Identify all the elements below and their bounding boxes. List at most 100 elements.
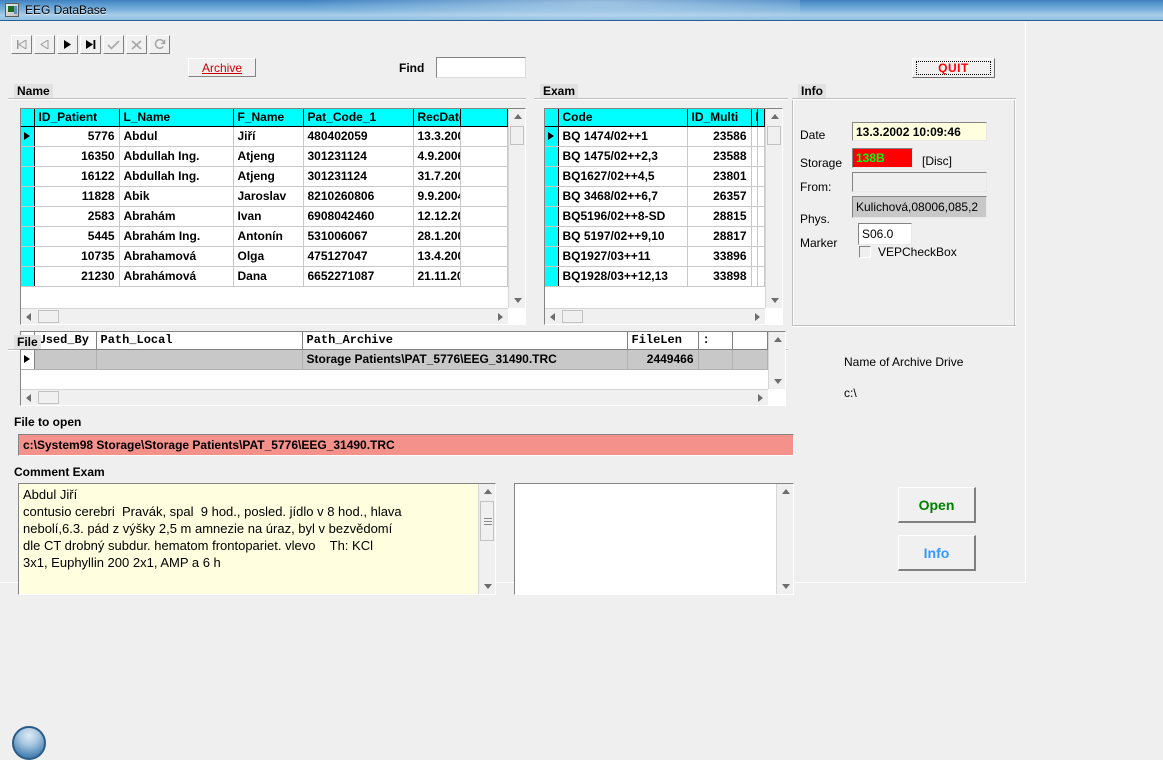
cell-code[interactable]: BQ 1474/02++1	[558, 126, 688, 147]
scroll-left-icon[interactable]	[545, 309, 560, 324]
cell-id[interactable]	[751, 166, 759, 187]
file-grid-hscroll-thumb[interactable]	[38, 391, 59, 404]
from-field[interactable]	[852, 172, 987, 192]
cell-id-patient[interactable]: 21230	[34, 266, 120, 287]
cell-recdate[interactable]: 12.12.2000 12:52:04	[413, 206, 461, 227]
table-row[interactable]: 21230AbrahámováDana665227108721.11.2008 …	[21, 266, 508, 287]
cell-id-patient[interactable]: 5776	[34, 126, 120, 147]
row-indicator[interactable]	[21, 146, 35, 167]
current-row-indicator[interactable]	[21, 126, 35, 147]
cell-recdate[interactable]: 9.9.2004 9:11:25	[413, 186, 461, 207]
comment-exam-vscroll-thumb[interactable]	[480, 501, 494, 541]
current-row-indicator[interactable]	[545, 126, 559, 147]
cell-pat-code-1[interactable]: 301231124	[303, 166, 414, 187]
table-row[interactable]: BQ 5197/02++9,10 28817	[545, 226, 765, 247]
cell-id[interactable]	[751, 226, 759, 247]
file-grid-vscrollbar[interactable]	[768, 332, 785, 389]
cell-pat-code-1[interactable]: 531006067	[303, 226, 414, 247]
cell-l-name[interactable]: Abrahamová	[119, 246, 234, 267]
windows-start-orb[interactable]	[12, 726, 46, 760]
cell-recdate[interactable]: 13.4.2004 12:32:43	[413, 246, 461, 267]
exam-grid-hscroll-thumb[interactable]	[562, 310, 583, 323]
row-indicator[interactable]	[545, 226, 559, 247]
secondary-comment-textarea[interactable]	[514, 483, 794, 595]
row-indicator[interactable]	[545, 146, 559, 167]
cell-f-name[interactable]: Antonín	[233, 226, 304, 247]
cell-id-multi[interactable]: 33896	[687, 246, 752, 267]
cell-id-patient[interactable]: 2583	[34, 206, 120, 227]
quit-button[interactable]: QUIT	[912, 58, 995, 78]
phys-field[interactable]: Kulichová,08006,085,2	[852, 196, 987, 218]
window-title-bar[interactable]: EEG DataBase	[0, 0, 1163, 21]
column-header-id-patient[interactable]: ID_Patient	[34, 109, 120, 127]
name-grid-vscroll-thumb[interactable]	[510, 126, 524, 145]
column-header-filelen[interactable]: FileLen	[627, 332, 699, 350]
info-button[interactable]: Info	[898, 535, 976, 571]
cell-code[interactable]: BQ 3468/02++6,7	[558, 186, 688, 207]
scroll-right-icon[interactable]	[493, 309, 508, 324]
cell-id-multi[interactable]: 26357	[687, 186, 752, 207]
table-row[interactable]: 16350 Abdullah Ing. Atjeng 301231124 4.9.200…	[21, 146, 508, 167]
column-header-l-name[interactable]: L_Name	[119, 109, 234, 127]
table-row[interactable]: 11828AbikJaroslav82102608069.9.2004 9:11…	[21, 186, 508, 207]
column-header-used-by[interactable]: Used_By	[34, 332, 97, 350]
column-header-[interactable]: :	[698, 332, 734, 350]
scroll-down-icon[interactable]	[770, 374, 785, 389]
cell-f-name[interactable]: Jiří	[233, 126, 304, 147]
cell-f-name[interactable]: Atjeng	[233, 146, 304, 167]
comment-exam-vscrollbar[interactable]	[478, 484, 495, 594]
secondary-comment-vscrollbar[interactable]	[776, 484, 793, 594]
cell-recdate[interactable]: 4.9.2006 7:39:34	[413, 146, 461, 167]
first-record-button[interactable]	[11, 35, 32, 54]
archive-button[interactable]: Archive	[188, 58, 256, 77]
cell-recdate[interactable]: 21.11.2008 9:16:32	[413, 266, 461, 287]
file-grid-hscrollbar[interactable]	[21, 389, 768, 405]
post-edit-button[interactable]	[103, 35, 124, 54]
cell-recdate[interactable]: 13.3.2002 9:54:20	[413, 126, 461, 147]
scroll-down-icon[interactable]	[480, 579, 495, 594]
cell-pat-code-1[interactable]: 8210260806	[303, 186, 414, 207]
file-to-open-field[interactable]: c:\System98 Storage\Storage Patients\PAT…	[18, 434, 794, 456]
column-header-id-multi[interactable]: ID_Multi	[687, 109, 752, 127]
cell-id-patient[interactable]: 5445	[34, 226, 120, 247]
exam-grid-vscrollbar[interactable]	[765, 109, 782, 308]
cell-used-by[interactable]	[34, 349, 97, 370]
exam-grid-hscrollbar[interactable]	[545, 308, 765, 324]
cell-pat-code-1[interactable]: 475127047	[303, 246, 414, 267]
cell-pat-code-1[interactable]: 301231124	[303, 146, 414, 167]
cell-f-name[interactable]: Jaroslav	[233, 186, 304, 207]
next-record-button[interactable]	[57, 35, 78, 54]
table-row[interactable]: BQ 1475/02++2,3 23588	[545, 146, 765, 167]
cell-id[interactable]	[751, 266, 759, 287]
table-row[interactable]: BQ1627/02++4,5 23801	[545, 166, 765, 187]
table-row[interactable]: 2583AbrahámIvan690804246012.12.2000 12:5…	[21, 206, 508, 227]
scroll-left-icon[interactable]	[21, 390, 36, 405]
table-row[interactable]: BQ1928/03++12,13 33898	[545, 266, 765, 287]
cell-f-name[interactable]: Atjeng	[233, 166, 304, 187]
cell-id[interactable]	[751, 206, 759, 227]
cell-l-name[interactable]: Abrahám	[119, 206, 234, 227]
exam-grid[interactable]: CodeID_MultiID_ BQ 1474/02++123586BQ 147…	[544, 108, 783, 325]
scroll-up-icon[interactable]	[767, 109, 782, 124]
vep-checkbox[interactable]	[859, 246, 871, 258]
open-button[interactable]: Open	[898, 487, 976, 523]
cell-id[interactable]	[751, 246, 759, 267]
cell-code[interactable]: BQ 5197/02++9,10	[558, 226, 688, 247]
scroll-right-icon[interactable]	[750, 309, 765, 324]
column-header-code[interactable]: Code	[558, 109, 688, 127]
row-indicator[interactable]	[545, 186, 559, 207]
find-input[interactable]	[436, 57, 526, 78]
row-indicator[interactable]	[545, 266, 559, 287]
table-row[interactable]: BQ 1474/02++1 23586	[545, 126, 765, 147]
storage-field[interactable]: 138B	[852, 148, 913, 168]
cell-filelen[interactable]: 2449466	[627, 349, 699, 370]
cell-id-patient[interactable]: 11828	[34, 186, 120, 207]
cell-code[interactable]: BQ 1475/02++2,3	[558, 146, 688, 167]
cell-id-multi[interactable]: 23586	[687, 126, 752, 147]
cell-l-name[interactable]: Abdullah Ing.	[119, 146, 234, 167]
cell-path-archive[interactable]: Storage Patients\PAT_5776\EEG_31490.TRC	[302, 349, 628, 370]
cell-id-multi[interactable]: 23588	[687, 146, 752, 167]
column-header-f-name[interactable]: F_Name	[233, 109, 304, 127]
date-field[interactable]: 13.3.2002 10:09:46	[852, 122, 987, 141]
exam-grid-vscroll-thumb[interactable]	[767, 126, 781, 145]
